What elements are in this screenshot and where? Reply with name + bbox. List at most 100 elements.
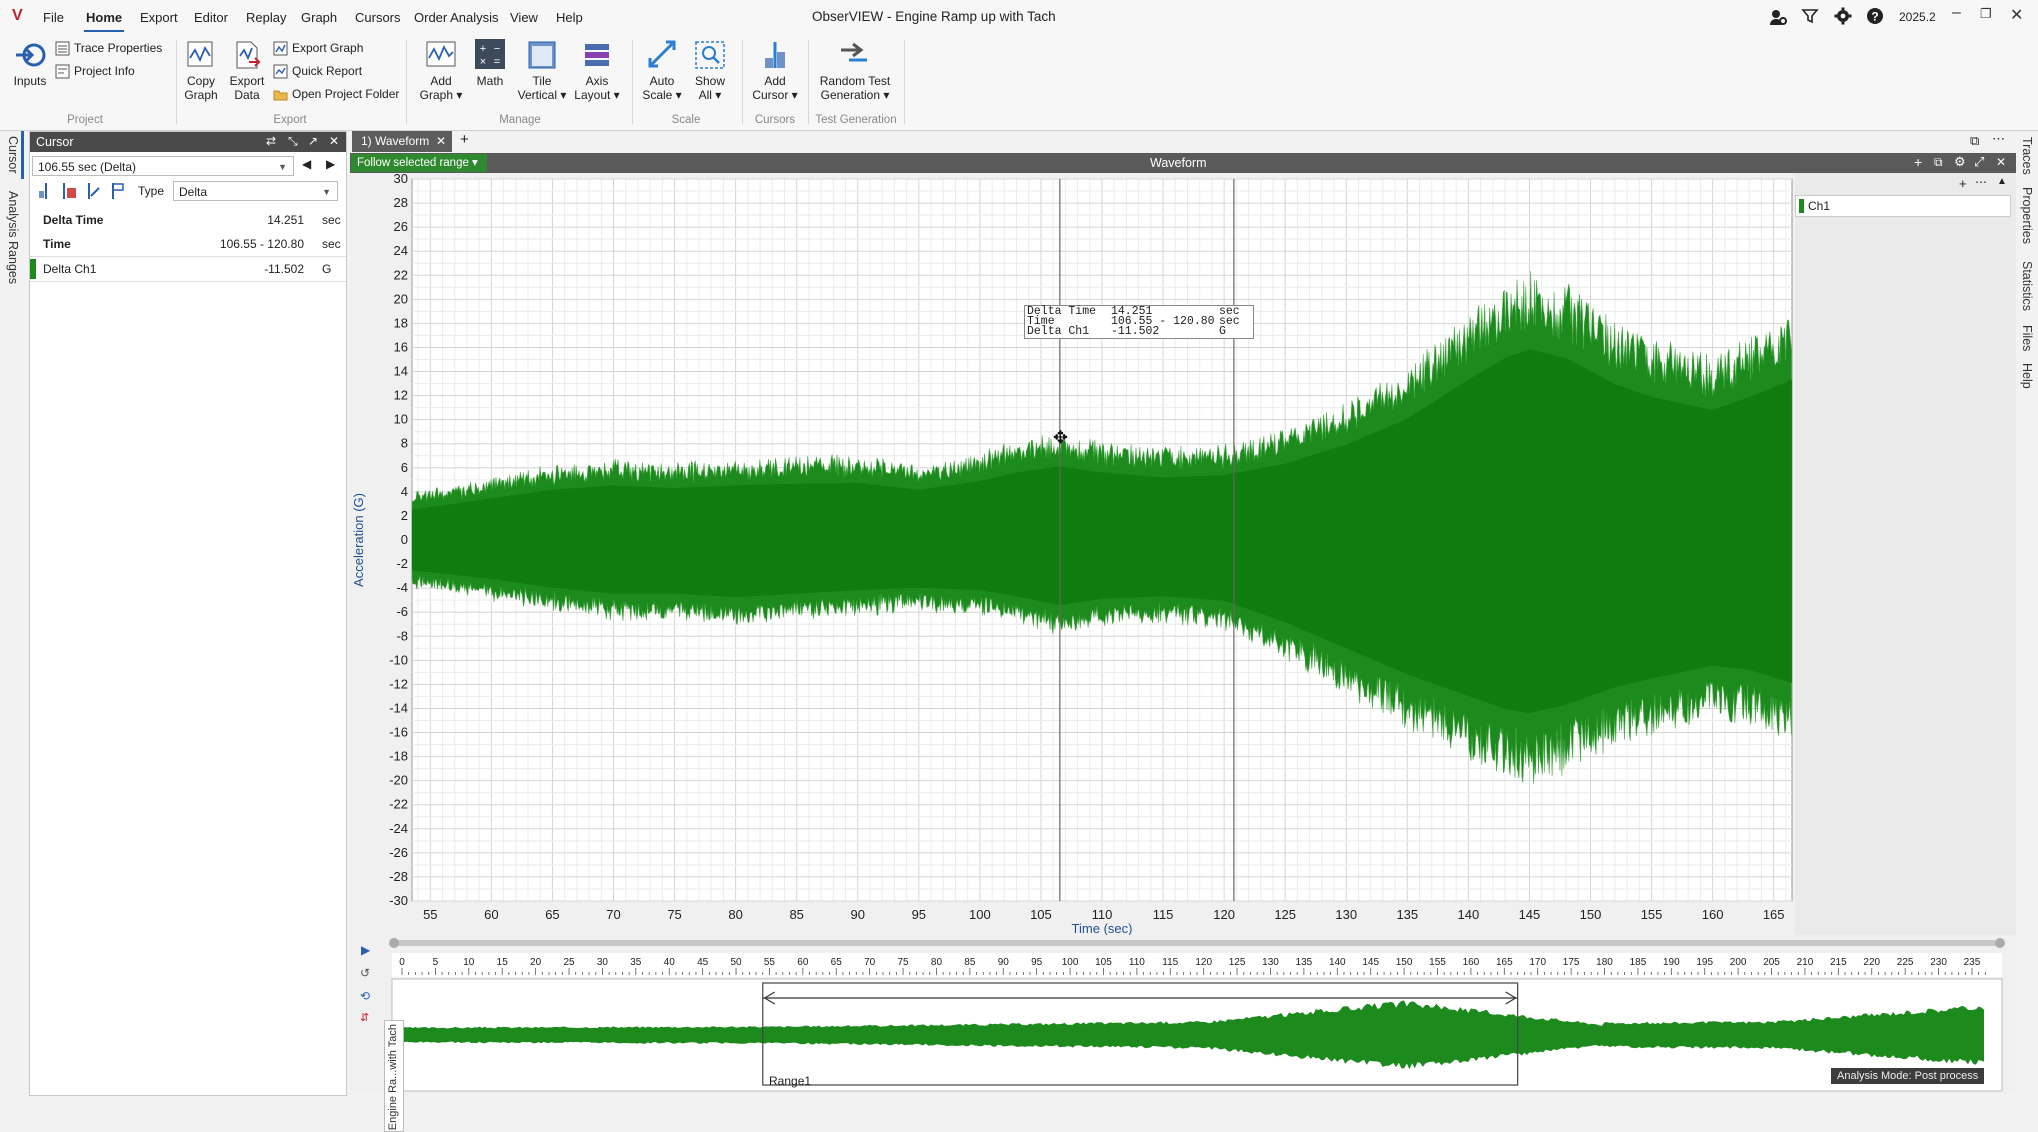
menu-help[interactable]: Help	[556, 10, 583, 25]
cursor-tool-line-icon[interactable]	[38, 182, 54, 203]
rewind-icon[interactable]: ↺	[360, 966, 370, 980]
show-all-button[interactable]: Show All ▾	[688, 40, 732, 102]
cursor-selector[interactable]: 106.55 sec (Delta) ▼	[32, 156, 294, 176]
help-icon[interactable]: ?	[1866, 7, 1884, 30]
next-cursor-button[interactable]: ▶	[326, 157, 335, 171]
project-info-button[interactable]: Project Info	[55, 61, 135, 81]
minimize-icon[interactable]: –	[1952, 4, 1961, 22]
tab-waveform[interactable]: 1) Waveform ✕	[352, 131, 452, 152]
y-tick-label: -10	[389, 652, 408, 667]
y-tick-label: -8	[396, 628, 408, 643]
menu-file[interactable]: File	[43, 10, 64, 25]
waveform-chart[interactable]: ✥302826242220181614121086420-2-4-6-8-10-…	[350, 173, 1795, 935]
copy-icon[interactable]: ⧉	[1934, 155, 1943, 170]
close-window-icon[interactable]: ✕	[2010, 5, 2023, 25]
legend-color-swatch	[1799, 199, 1804, 213]
copy-graph-button[interactable]: Copy Graph	[180, 40, 222, 102]
y-tick-label: -6	[396, 604, 408, 619]
inputs-button[interactable]: Inputs	[10, 40, 50, 88]
export-data-button[interactable]: Export Data	[226, 40, 268, 102]
tab-properties[interactable]: Properties	[2020, 187, 2034, 244]
menu-export[interactable]: Export	[140, 10, 178, 25]
add-tab-button[interactable]: +	[460, 131, 469, 148]
legend-more-icon[interactable]: ⋯	[1975, 175, 1987, 189]
overview-tick-label: 105	[1095, 957, 1112, 968]
more-options-icon[interactable]: ⋯	[1992, 131, 2005, 147]
random-test-label: Random Test Generation ▾	[819, 74, 891, 102]
tab-cursor[interactable]: Cursor	[6, 136, 20, 174]
cursor-row-unit: sec	[322, 237, 341, 251]
filter-icon[interactable]	[1801, 7, 1819, 30]
scale-group-label: Scale	[671, 114, 701, 126]
tab-traces[interactable]: Traces	[2020, 137, 2034, 175]
menu-order-analysis[interactable]: Order Analysis	[414, 10, 499, 25]
cursor-tool-bar-icon[interactable]	[62, 182, 78, 203]
ribbon-separator	[176, 40, 177, 124]
loop-icon[interactable]: ⟲	[360, 989, 370, 1003]
maximize-icon[interactable]: ⤢	[1974, 154, 1984, 170]
auto-scale-button[interactable]: Auto Scale ▾	[640, 40, 684, 102]
math-button[interactable]: + − × = Math	[470, 38, 510, 88]
previous-cursor-button[interactable]: ◀	[302, 157, 311, 171]
x-tick-label: 130	[1335, 907, 1357, 922]
follow-selected-range-button[interactable]: Follow selected range ▾	[351, 154, 487, 172]
open-project-folder-button[interactable]: Open Project Folder	[273, 84, 399, 104]
restore-icon[interactable]: ❐	[1980, 6, 1992, 22]
menu-graph[interactable]: Graph	[301, 10, 337, 25]
close-graph-icon[interactable]: ✕	[1996, 155, 2006, 169]
right-tab-strip: Traces Properties Statistics Files Help	[2016, 131, 2038, 1094]
axis-layout-button[interactable]: Axis Layout ▾	[572, 40, 622, 102]
overview-tick-label: 155	[1429, 957, 1446, 968]
menu-replay[interactable]: Replay	[246, 10, 286, 25]
cursor-tool-range-icon[interactable]	[86, 182, 102, 203]
trace-properties-button[interactable]: Trace Properties	[55, 38, 162, 58]
add-legend-trace-icon[interactable]: +	[1959, 176, 1967, 191]
tile-vertical-button[interactable]: Tile Vertical ▾	[516, 40, 568, 102]
menu-home[interactable]: Home	[86, 10, 122, 25]
cursor-tool-flag-icon[interactable]	[110, 182, 126, 203]
overview-tick-label: 10	[463, 957, 475, 968]
tab-files[interactable]: Files	[2020, 325, 2034, 351]
overview-tick-label: 45	[697, 957, 709, 968]
overview-tick-label: 55	[764, 957, 776, 968]
menu-view[interactable]: View	[510, 10, 538, 25]
random-test-generation-button[interactable]: Random Test Generation ▾	[812, 40, 898, 102]
quick-report-icon	[273, 64, 288, 79]
menu-cursors[interactable]: Cursors	[355, 10, 401, 25]
close-panel-icon[interactable]: ✕	[329, 134, 339, 148]
add-graph-icon	[426, 41, 456, 67]
cursor-panel-title: Cursor	[36, 135, 74, 149]
add-trace-icon[interactable]: +	[1914, 154, 1922, 170]
legend-entry[interactable]: Ch1	[1795, 195, 2011, 217]
close-tab-icon[interactable]: ✕	[436, 131, 446, 152]
x-tick-label: 105	[1030, 907, 1052, 922]
tab-help[interactable]: Help	[2020, 363, 2034, 389]
marker-icon[interactable]: ⇵	[360, 1011, 369, 1024]
svg-text:−: −	[494, 43, 500, 55]
add-graph-button[interactable]: Add Graph ▾	[418, 40, 464, 102]
app-logo: V	[12, 7, 23, 24]
tile-vertical-icon	[528, 41, 556, 69]
new-window-icon[interactable]: ⧉	[1970, 133, 1979, 149]
swap-icon[interactable]: ⇄	[266, 134, 276, 148]
add-cursor-button[interactable]: Add Cursor ▾	[750, 40, 800, 102]
add-graph-label: Add Graph ▾	[419, 74, 463, 102]
tab-analysis-ranges[interactable]: Analysis Ranges	[6, 191, 20, 284]
tab-statistics[interactable]: Statistics	[2020, 261, 2034, 311]
quick-report-button[interactable]: Quick Report	[273, 61, 362, 81]
dock-icon[interactable]: ⤡	[288, 134, 298, 149]
type-select[interactable]: Delta ▼	[173, 181, 338, 201]
y-tick-label: 30	[394, 173, 408, 186]
play-button[interactable]: ▶	[361, 943, 370, 957]
graph-settings-icon[interactable]: ⚙	[1954, 154, 1966, 170]
overview-chart[interactable]: 0 5 10 15 20 25 30 35 40 45 50 55 60 65 70 75 80 85 90 95 10…	[350, 935, 2016, 1094]
export-graph-button[interactable]: Export Graph	[273, 38, 363, 58]
y-tick-label: -28	[389, 869, 408, 884]
account-icon[interactable]	[1768, 7, 1788, 32]
settings-gear-icon[interactable]	[1834, 7, 1852, 30]
popout-icon[interactable]: ↗	[308, 134, 318, 148]
legend-collapse-icon[interactable]: ▲	[1997, 176, 2007, 187]
menu-editor[interactable]: Editor	[194, 10, 228, 25]
add-cursor-icon	[765, 42, 785, 68]
waveform-graph[interactable]: ✥ 30 28 26 24 22 20 18 16 14 12 10 8 6 4 2 0 -2 -4 -6 -8 -10-…	[350, 173, 1795, 935]
